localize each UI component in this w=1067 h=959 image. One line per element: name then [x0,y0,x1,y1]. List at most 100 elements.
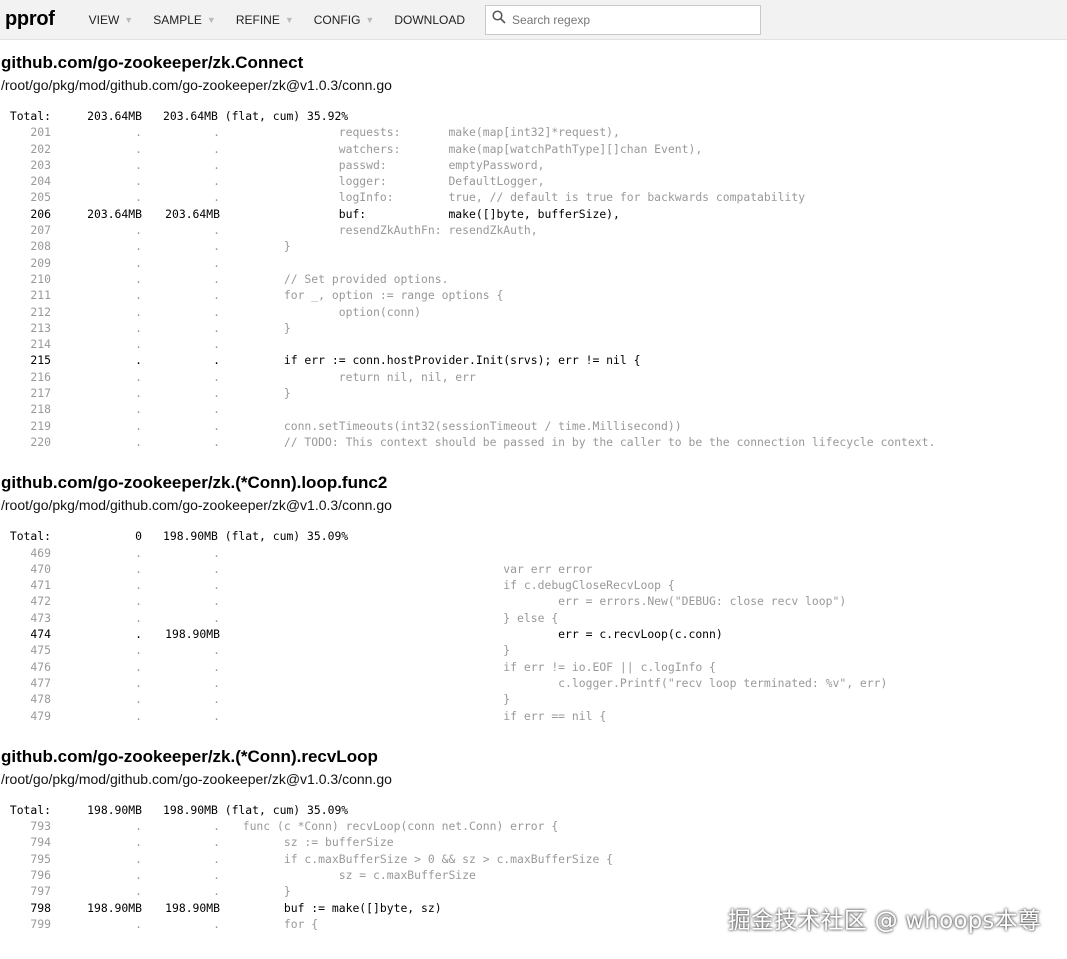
source-line[interactable]: 796.. sz = c.maxBufferSize [1,867,1067,883]
source-line[interactable]: 214.. [1,336,1067,352]
source-line[interactable]: 206 203.64MB 203.64MB buf: make([]byte, bu… [1,206,1067,222]
source-line[interactable]: 211.. for _, option := range options { [1,287,1067,303]
line-number: 793 [30,819,51,834]
source-code: // Set provided options. [229,271,449,286]
source-line[interactable]: 209.. [1,255,1067,271]
flat-value: . [135,851,142,866]
pprof-logo[interactable]: pprof [5,8,55,31]
source-line[interactable]: 218.. [1,401,1067,417]
source-line[interactable]: 201.. requests: make(map[int32]*request)… [1,124,1067,140]
cum-value: . [213,304,220,319]
flat-value: . [135,255,142,270]
source-line[interactable]: 473.. } else { [1,610,1067,626]
source-code: } [229,239,291,254]
line-number: 477 [30,675,51,690]
menu-refine[interactable]: REFINE ▼ [226,0,304,40]
cum-value: . [213,708,220,723]
source-line[interactable]: 216.. return nil, nil, err [1,369,1067,385]
source-line[interactable]: 212.. option(conn) [1,304,1067,320]
source-line[interactable]: 477.. c.logger.Printf("recv loop termina… [1,675,1067,691]
source-line[interactable]: 476.. if err != io.EOF || c.logInfo { [1,659,1067,675]
flat-value: . [135,627,142,642]
line-number: 206 [30,206,51,221]
cum-value: . [213,578,220,593]
flat-value: . [135,594,142,609]
source-file-path: /root/go/pkg/mod/github.com/go-zookeeper… [1,77,392,93]
total-flat: 0 [135,529,142,544]
search-box[interactable] [485,4,762,35]
flat-value: . [135,434,142,449]
source-line[interactable]: 215.. if err := conn.hostProvider.Init(s… [1,352,1067,368]
chevron-down-icon: ▼ [284,14,294,25]
source-line[interactable]: 220.. // TODO: This context should be pa… [1,434,1067,450]
source-line[interactable]: 472.. err = errors.New("DEBUG: close rec… [1,593,1067,609]
cum-value: . [213,402,220,417]
flat-value: . [135,561,142,576]
line-number: 218 [30,402,51,417]
line-number: 220 [30,434,51,449]
source-code: return nil, nil, err [229,369,476,384]
menu-refine-label: REFINE [235,12,280,27]
menu-sample[interactable]: SAMPLE ▼ [143,0,226,40]
flat-value: . [135,867,142,882]
source-line[interactable]: 219.. conn.setTimeouts(int32(sessionTime… [1,418,1067,434]
source-line[interactable]: 213.. } [1,320,1067,336]
source-code: logInfo: true, // default is true for ba… [229,190,806,205]
source-line[interactable]: 471.. if c.debugCloseRecvLoop { [1,577,1067,593]
total-flat: 198.90MB [87,802,142,817]
cum-value: . [213,337,220,352]
source-code: } [229,643,511,658]
top-bar: pprof VIEW ▼ SAMPLE ▼ REFINE ▼ CONFIG ▼ DOWN… [0,0,1067,40]
flat-value: . [135,659,142,674]
source-line[interactable]: 795.. if c.maxBufferSize > 0 && sz > c.m… [1,851,1067,867]
source-line[interactable]: 474. 198.90MB err = c.recvLoop(c.conn) [1,626,1067,642]
total-label: Total: [9,109,51,123]
cum-value: . [213,141,220,156]
source-line[interactable]: 207.. resendZkAuthFn: resendZkAuth, [1,222,1067,238]
menu-download[interactable]: DOWNLOAD [384,0,475,40]
flat-value: . [135,643,142,658]
source-line[interactable]: 208.. } [1,238,1067,254]
source-line[interactable]: 794.. sz := bufferSize [1,834,1067,850]
source-line[interactable]: 478.. } [1,691,1067,707]
line-number: 799 [30,916,51,931]
source-code: func (c *Conn) recvLoop(conn net.Conn) e… [229,819,559,834]
search-input[interactable] [510,11,751,28]
source-line[interactable]: 479.. if err == nil { [1,708,1067,724]
function-block: github.com/go-zookeeper/zk.Connect/root/… [1,52,1067,450]
line-number: 208 [30,239,51,254]
source-line[interactable]: 470.. var err error [1,561,1067,577]
cum-value: . [213,916,220,931]
cum-value: . [213,819,220,834]
cum-value: . [213,223,220,238]
source-line[interactable]: 469.. [1,545,1067,561]
cum-value: . [213,610,220,625]
source-line[interactable]: 203.. passwd: emptyPassword, [1,157,1067,173]
source-line[interactable]: 210.. // Set provided options. [1,271,1067,287]
flat-value: . [135,610,142,625]
cum-value: . [213,271,220,286]
cum-value: . [213,157,220,172]
source-line[interactable]: 217.. } [1,385,1067,401]
menu-config[interactable]: CONFIG ▼ [304,0,385,40]
menu-view[interactable]: VIEW ▼ [79,0,144,40]
source-listing: github.com/go-zookeeper/zk.Connect/root/… [0,52,1067,932]
line-number: 213 [30,320,51,335]
source-line[interactable]: 205.. logInfo: true, // default is true … [1,189,1067,205]
line-number: 219 [30,418,51,433]
flat-value: . [135,708,142,723]
source-line[interactable]: 204.. logger: DefaultLogger, [1,173,1067,189]
source-code: passwd: emptyPassword, [229,157,545,172]
flat-value: . [135,916,142,931]
flat-value: . [135,386,142,401]
line-number: 476 [30,659,51,674]
source-line[interactable]: 797.. } [1,883,1067,899]
source-line[interactable]: 475.. } [1,642,1067,658]
line-number: 202 [30,141,51,156]
flat-value: . [135,402,142,417]
line-number: 475 [30,643,51,658]
source-line[interactable]: 793.. func (c *Conn) recvLoop(conn net.C… [1,818,1067,834]
source-code: buf := make([]byte, sz) [229,900,442,915]
cum-value: . [213,190,220,205]
source-line[interactable]: 202.. watchers: make(map[watchPathType][… [1,141,1067,157]
